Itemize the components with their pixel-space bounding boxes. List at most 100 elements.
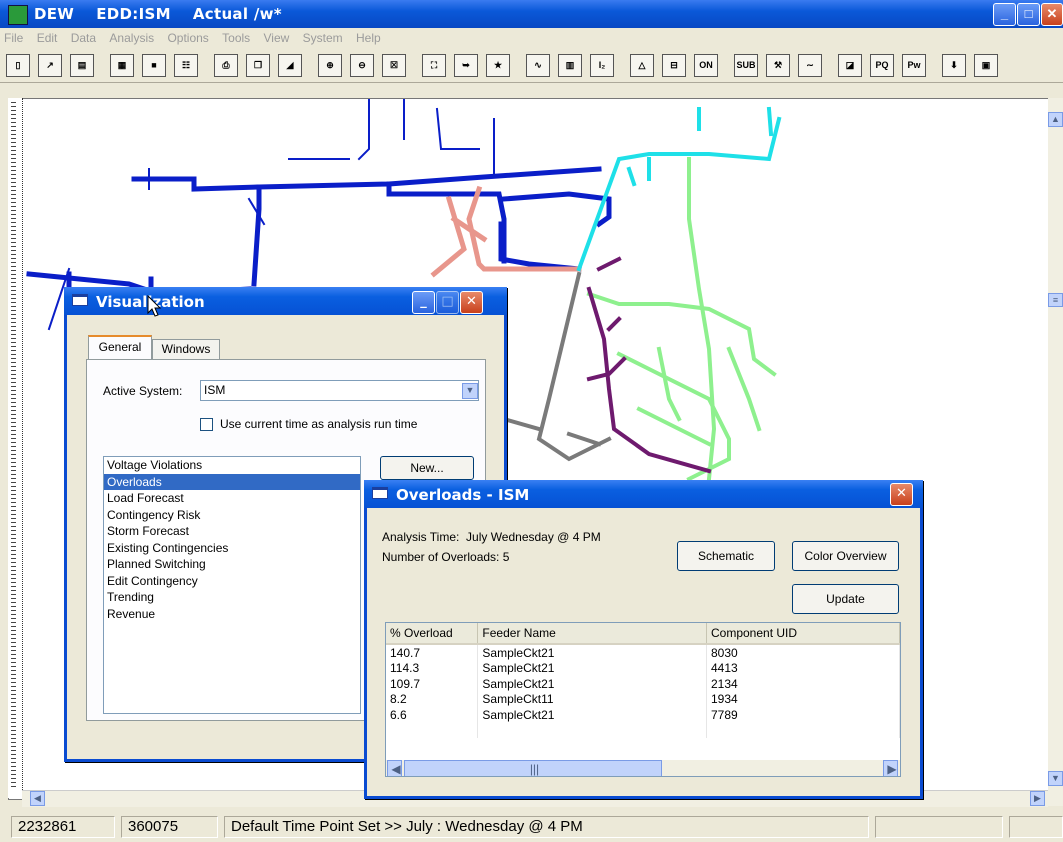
ruler-tick <box>11 458 16 459</box>
ruler-tick <box>11 422 16 423</box>
scroll-right-icon[interactable]: ▶ <box>1030 791 1045 806</box>
column-header-component-uid[interactable]: Component UID <box>706 623 900 645</box>
wave-icon[interactable]: ∼ <box>798 54 822 77</box>
menu-view[interactable]: View <box>264 31 290 45</box>
table-row[interactable]: 6.6 SampleCkt21 7789 <box>386 707 900 723</box>
list-item[interactable]: Existing Contingencies <box>104 540 360 557</box>
cell-component-uid: 7789 <box>706 707 900 723</box>
open-icon[interactable]: ↗ <box>38 54 62 77</box>
list-item[interactable]: Load Forecast <box>104 490 360 507</box>
pw-icon[interactable]: Pw <box>902 54 926 77</box>
column-header-feeder-name[interactable]: Feeder Name <box>477 623 707 645</box>
save-icon[interactable]: ■ <box>142 54 166 77</box>
use-current-time-checkbox[interactable] <box>200 418 213 431</box>
tab-windows[interactable]: Windows <box>152 339 220 360</box>
close-icon[interactable]: ✕ <box>460 291 483 314</box>
visualization-list[interactable]: Voltage Violations Overloads Load Foreca… <box>103 456 361 714</box>
print-icon[interactable]: ⎙ <box>214 54 238 77</box>
ie-icon[interactable]: I₂ <box>590 54 614 77</box>
table-row[interactable]: 109.7 SampleCkt21 2134 <box>386 676 900 692</box>
scroll-thumb[interactable]: ≡ <box>1048 293 1063 307</box>
arrow-right-icon[interactable]: ➥ <box>454 54 478 77</box>
chart-icon[interactable]: ∿ <box>526 54 550 77</box>
on-off-icon[interactable]: ON <box>694 54 718 77</box>
list-item[interactable]: Voltage Violations <box>104 457 360 474</box>
list-item[interactable]: Revenue <box>104 606 360 623</box>
list-item[interactable]: Contingency Risk <box>104 507 360 524</box>
overloads-window[interactable]: Overloads - ISM ✕ Analysis Time: July We… <box>364 480 923 799</box>
list-item-selected[interactable]: Overloads <box>104 473 360 490</box>
table-horizontal-scrollbar[interactable]: ◀ ||| ▶ <box>386 760 900 776</box>
list-item[interactable]: Storm Forecast <box>104 523 360 540</box>
zoom-extent-icon[interactable]: ☒ <box>382 54 406 77</box>
ruler-tick <box>11 546 16 547</box>
list-item[interactable]: Planned Switching <box>104 556 360 573</box>
vertical-scrollbar[interactable]: ▲ ≡ ▼ <box>1048 98 1063 806</box>
run-icon[interactable]: ★ <box>486 54 510 77</box>
new-button[interactable]: New... <box>380 456 474 480</box>
monitor-icon[interactable]: ▣ <box>974 54 998 77</box>
maximize-icon[interactable]: □ <box>1017 3 1040 26</box>
table-row[interactable]: 140.7 SampleCkt21 8030 <box>386 644 900 661</box>
overloads-title-bar[interactable]: Overloads - ISM ✕ <box>364 480 923 508</box>
scroll-down-icon[interactable]: ▼ <box>1048 771 1063 786</box>
ruler-tick <box>11 758 16 759</box>
app-title-bar[interactable]: DEW EDD:ISM Actual /w* _ □ ✕ <box>0 0 1063 28</box>
minimize-icon[interactable]: _ <box>993 3 1016 26</box>
ruler-tick <box>11 222 16 223</box>
feeder-cyan-lines <box>576 106 782 272</box>
close-icon[interactable]: ✕ <box>890 483 913 506</box>
menu-data[interactable]: Data <box>71 31 96 45</box>
import-icon[interactable]: ▦ <box>110 54 134 77</box>
table-row[interactable]: 8.2 SampleCkt11 1934 <box>386 691 900 707</box>
down-arrow-icon[interactable]: ⬇ <box>942 54 966 77</box>
menu-analysis[interactable]: Analysis <box>109 31 154 45</box>
close-icon[interactable]: ✕ <box>1041 3 1063 26</box>
minimize-icon[interactable]: _ <box>412 291 435 314</box>
book-icon[interactable]: ▥ <box>558 54 582 77</box>
ruler-tick <box>11 214 16 215</box>
copy-icon[interactable]: ❐ <box>246 54 270 77</box>
eraser-icon[interactable]: ◢ <box>278 54 302 77</box>
menu-options[interactable]: Options <box>167 31 208 45</box>
zoom-out-icon[interactable]: ⊖ <box>350 54 374 77</box>
scroll-left-icon[interactable]: ◀ <box>30 791 45 806</box>
warning-icon[interactable]: ◪ <box>838 54 862 77</box>
pq-icon[interactable]: PQ <box>870 54 894 77</box>
update-button[interactable]: Update <box>792 584 899 614</box>
scroll-right-icon[interactable]: ▶ <box>883 760 898 776</box>
menu-system[interactable]: System <box>303 31 343 45</box>
triangle-icon[interactable]: △ <box>630 54 654 77</box>
tools-icon[interactable]: ⚒ <box>766 54 790 77</box>
menu-file[interactable]: File <box>4 31 23 45</box>
sub-icon[interactable]: SUB <box>734 54 758 77</box>
menu-tools[interactable]: Tools <box>222 31 250 45</box>
color-overview-button[interactable]: Color Overview <box>792 541 899 571</box>
column-header-overload[interactable]: % Overload <box>386 623 479 645</box>
zoom-in-icon[interactable]: ⊕ <box>318 54 342 77</box>
schematic-button[interactable]: Schematic <box>677 541 775 571</box>
scroll-thumb[interactable]: ||| <box>404 760 662 776</box>
switch-icon[interactable]: ⊟ <box>662 54 686 77</box>
scroll-left-icon[interactable]: ◀ <box>387 760 402 776</box>
new-icon[interactable]: ▯ <box>6 54 30 77</box>
folder-icon[interactable]: ▤ <box>70 54 94 77</box>
visualization-title-bar[interactable]: Visualization _ □ ✕ <box>64 287 507 315</box>
ruler-tick <box>11 242 16 243</box>
ruler-tick <box>11 386 16 387</box>
zoom-fit-icon[interactable]: ⛶ <box>422 54 446 77</box>
scroll-up-icon[interactable]: ▲ <box>1048 112 1063 127</box>
menu-edit[interactable]: Edit <box>37 31 58 45</box>
menu-help[interactable]: Help <box>356 31 381 45</box>
table-row[interactable]: 114.3 SampleCkt21 4413 <box>386 660 900 676</box>
cell-component-uid: 2134 <box>706 676 900 692</box>
ruler-tick <box>11 378 16 379</box>
ruler-tick <box>11 406 16 407</box>
active-system-select[interactable]: ISM ▼ <box>200 380 479 401</box>
list-item[interactable]: Edit Contingency <box>104 573 360 590</box>
report-icon[interactable]: ☷ <box>174 54 198 77</box>
list-item[interactable]: Trending <box>104 589 360 606</box>
ruler-tick <box>11 578 16 579</box>
chevron-down-icon[interactable]: ▼ <box>462 383 478 399</box>
tab-general[interactable]: General <box>88 335 152 361</box>
